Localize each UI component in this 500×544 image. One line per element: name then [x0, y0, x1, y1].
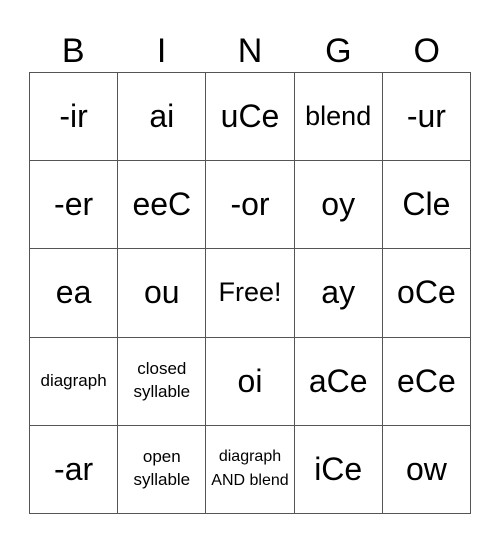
header-letter-i: I [156, 32, 167, 70]
bingo-cell[interactable]: diagraph AND blend [206, 425, 295, 514]
bingo-cell[interactable]: -er [30, 161, 119, 250]
bingo-cell[interactable]: oCe [382, 249, 471, 338]
bingo-cell[interactable]: iCe [294, 425, 383, 514]
bingo-cell[interactable]: ay [294, 249, 383, 338]
bingo-cell[interactable]: diagraph [30, 337, 119, 426]
bingo-cell[interactable]: -ir [30, 73, 119, 162]
bingo-cell[interactable]: blend [294, 73, 383, 162]
bingo-cell[interactable]: -ar [30, 425, 119, 514]
bingo-cell[interactable]: Cle [382, 161, 471, 250]
bingo-cell[interactable]: ou [118, 249, 207, 338]
bingo-cell[interactable]: ai [118, 73, 207, 162]
header-letter-b: B [61, 32, 85, 70]
bingo-cell[interactable]: eCe [382, 337, 471, 426]
bingo-cell[interactable]: eeC [118, 161, 207, 250]
header-letter-o: O [413, 32, 440, 70]
bingo-cell[interactable]: ea [30, 249, 119, 338]
bingo-cell[interactable]: ow [382, 425, 471, 514]
bingo-cell[interactable]: open syllable [118, 425, 207, 514]
bingo-cell[interactable]: closed syllable [118, 337, 207, 426]
bingo-cell[interactable]: -or [206, 161, 295, 250]
bingo-cell[interactable]: -ur [382, 73, 471, 162]
bingo-cell[interactable]: aCe [294, 337, 383, 426]
header-letter-g: G [325, 32, 352, 70]
bingo-grid: -ir ai uCe blend -ur -er eeC -or oy Cle ea ou Free! a… [29, 72, 471, 514]
bingo-cell[interactable]: Free! [206, 249, 295, 338]
header-letter-n: N [237, 32, 263, 70]
bingo-cell[interactable]: oy [294, 161, 383, 250]
bingo-cell[interactable]: oi [206, 337, 295, 426]
bingo-header: B I N G O [29, 30, 471, 73]
bingo-cell[interactable]: uCe [206, 73, 295, 162]
